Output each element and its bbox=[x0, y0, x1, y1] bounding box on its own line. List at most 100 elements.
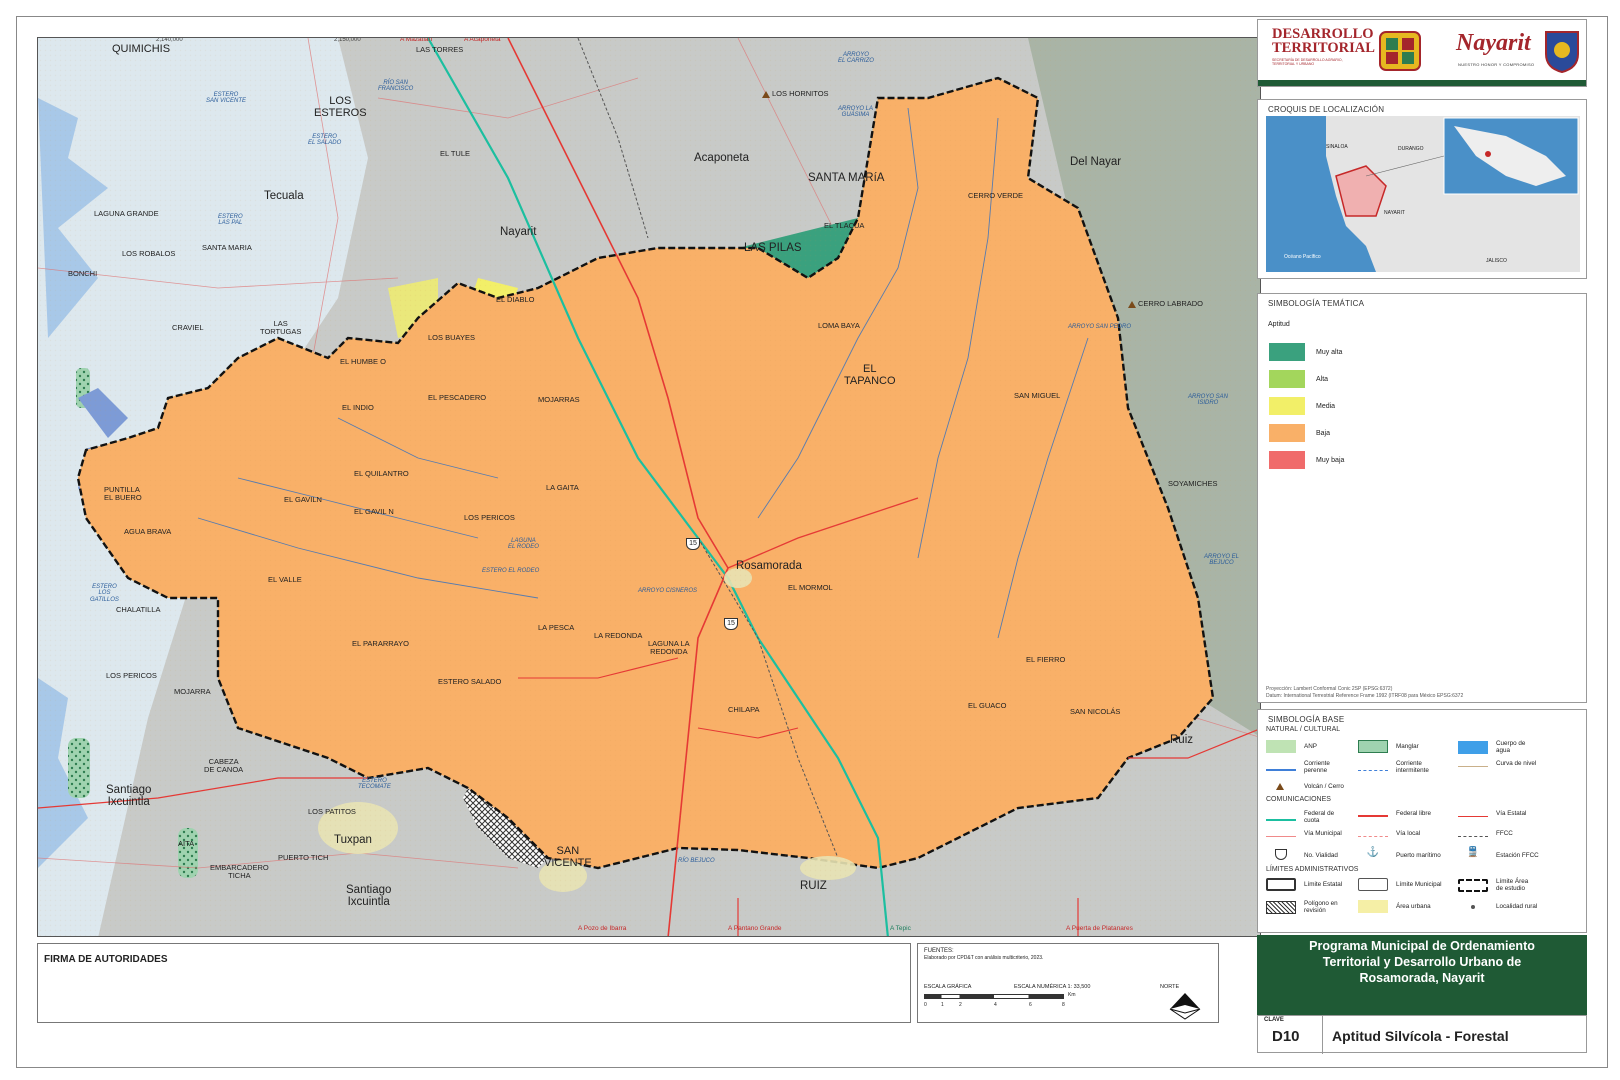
legend-volcan: Volcán / Cerro bbox=[1266, 780, 1344, 793]
clave-divider bbox=[1322, 1016, 1323, 1054]
legend-item-media: Media bbox=[1268, 396, 1335, 416]
nayarit-logo: Nayarit bbox=[1456, 30, 1531, 56]
water-rio-bejuco: RÍO BEJUCO bbox=[678, 858, 715, 864]
datum-note: Datum: International Terrestrial Referen… bbox=[1266, 693, 1464, 699]
scale-tick: 1 bbox=[941, 1002, 944, 1008]
legend-federal-cuota: Federal de cuota bbox=[1266, 810, 1334, 824]
place-el-pararrayo: EL PARARRAYO bbox=[352, 639, 409, 648]
place-el-diablo: EL DIABLO bbox=[496, 295, 535, 304]
place-aita: AITA bbox=[178, 839, 195, 848]
croquis-jalisco: JALISCO bbox=[1486, 258, 1507, 264]
place-estero-salado: ESTERO SALADO bbox=[438, 677, 502, 686]
croquis-oceano: Océano Pacífico bbox=[1284, 254, 1321, 260]
legend-item-baja: Baja bbox=[1268, 423, 1330, 443]
legend-swatch bbox=[1358, 900, 1388, 913]
place-puerto-ticha: PUERTO TICH bbox=[278, 853, 329, 862]
water-estero-teacapan: ESTERO LAS PAL bbox=[218, 214, 243, 227]
coord-top-2: 2,150,000 bbox=[334, 37, 361, 43]
place-quimichis: QUIMICHIS bbox=[112, 43, 171, 55]
map-frame[interactable]: 2,140,000 2,150,000 A Mazatlán A Acapone… bbox=[37, 37, 1261, 937]
place-soyamiches: SOYAMICHES bbox=[1168, 479, 1218, 488]
place-los-pericos-c: LOS PERICOS bbox=[464, 513, 515, 522]
water-arroyo-la-guasima: ARROYO LA GUÁSIMA bbox=[838, 106, 874, 119]
scale-numeric-label: ESCALA NUMÉRICA 1: 33,500 bbox=[1014, 984, 1091, 990]
place-acaponeta: Acaponeta bbox=[694, 152, 749, 164]
legend-swatch bbox=[1266, 764, 1296, 771]
legend-swatch bbox=[1358, 830, 1388, 837]
place-el-mormol: EL MORMOL bbox=[788, 583, 833, 592]
legend-federal-libre: Federal libre bbox=[1358, 810, 1431, 817]
legend-estacion: 🚆 Estación FFCC bbox=[1458, 848, 1539, 862]
place-los-esteros: LOS ESTEROS bbox=[314, 95, 367, 119]
legend-swatch bbox=[1458, 878, 1488, 892]
scale-tick: 2 bbox=[959, 1002, 962, 1008]
place-santa-maria: SANTA MARIA bbox=[202, 243, 252, 252]
volcano-icon bbox=[1276, 783, 1284, 790]
base-legend: SIMBOLOGÍA BASE NATURAL / CULTURAL ANP M… bbox=[1257, 709, 1587, 933]
logos-panel: DESARROLLO TERRITORIAL SECRETARÍA DE DES… bbox=[1257, 19, 1587, 87]
water-estero-el-rodeo: ESTERO EL RODEO bbox=[482, 568, 540, 574]
water-estero-mexcaltitan: ESTERO TECOMATE bbox=[358, 778, 391, 791]
legend-limite-estatal: Límite Estatal bbox=[1266, 878, 1342, 891]
place-el-tapanco: EL TAPANCO bbox=[844, 363, 896, 387]
place-cerro-verde: CERRO VERDE bbox=[968, 191, 1024, 200]
place-los-patitos: LOS PATITOS bbox=[308, 807, 356, 816]
legend-label: Muy baja bbox=[1316, 456, 1345, 464]
scale-tick: 4 bbox=[994, 1002, 997, 1008]
legend-ffcc: FFCC bbox=[1458, 830, 1513, 837]
croquis-map bbox=[1266, 116, 1580, 272]
desarrollo-sub: SECRETARÍA DE DESARROLLO AGRARIO, TERRIT… bbox=[1272, 58, 1343, 66]
section-natural: NATURAL / CULTURAL bbox=[1266, 726, 1341, 733]
place-el-gavilan2: EL GAVIL N bbox=[354, 507, 394, 516]
place-las-tortugas: LAS TORTUGAS bbox=[260, 319, 302, 336]
highway-shield-icon: 15 bbox=[724, 618, 738, 630]
legend-swatch bbox=[1458, 810, 1488, 817]
dest-a-tepic: A Tepic bbox=[890, 925, 911, 932]
place-tuxpan: Tuxpan bbox=[334, 834, 372, 846]
dest-a-pozo-ibarra: A Pozo de Ibarra bbox=[578, 925, 627, 932]
scale-tick: 0 bbox=[924, 1002, 927, 1008]
legend-area-urbana: Área urbana bbox=[1358, 900, 1431, 913]
place-embarcadero: EMBARCADERO TICHA bbox=[210, 863, 269, 880]
legend-item-muy-alta: Muy alta bbox=[1268, 342, 1342, 362]
place-ruiz-e: Ruiz bbox=[1170, 734, 1194, 746]
map-title: Aptitud Silvícola - Forestal bbox=[1332, 1028, 1509, 1044]
legend-swatch bbox=[1268, 396, 1306, 416]
place-la-redonda: LA REDONDA bbox=[594, 631, 643, 640]
scale-tick: 8 bbox=[1062, 1002, 1065, 1008]
legend-label: Baja bbox=[1316, 429, 1331, 437]
rosamorada-shield-icon bbox=[1545, 31, 1579, 74]
legend-swatch bbox=[1266, 814, 1296, 821]
place-el-quilantro: EL QUILANTRO bbox=[354, 469, 409, 478]
sources-text: Elaborado por CPD&T con análisis multicr… bbox=[924, 955, 1044, 961]
legend-via-municipal: Vía Municipal bbox=[1266, 830, 1342, 837]
clave-box: CLAVE D10 Aptitud Silvícola - Forestal bbox=[1257, 1015, 1587, 1054]
place-tecuala: Tecuala bbox=[264, 190, 304, 202]
nayarit-slogan: NUESTRO HONOR Y COMPROMISO bbox=[1458, 62, 1535, 67]
legend-via-local: Vía local bbox=[1358, 830, 1420, 837]
legend-swatch bbox=[1266, 900, 1296, 914]
place-laguna-grande: LAGUNA GRANDE bbox=[94, 209, 159, 218]
signature-title: FIRMA DE AUTORIDADES bbox=[44, 954, 168, 965]
scale-bar bbox=[924, 994, 1064, 999]
place-puntilla: PUNTILLA EL BUERO bbox=[104, 485, 142, 502]
highway-shield-icon: 15 bbox=[686, 538, 700, 550]
dest-a-mazatlan: A Mazatlán bbox=[400, 37, 433, 43]
place-los-buayes: LOS BUAYES bbox=[428, 333, 475, 342]
thematic-legend-subtitle: Aptitud bbox=[1268, 321, 1290, 328]
scale-graphic-label: ESCALA GRÁFICA bbox=[924, 984, 972, 990]
place-santa-maria-top: SANTA MARíA bbox=[808, 172, 885, 184]
place-mojarras: MOJARRAS bbox=[538, 395, 580, 404]
legend-via-estatal: Vía Estatal bbox=[1458, 810, 1526, 817]
sources-box: FUENTES: Elaborado por CPD&T con análisi… bbox=[917, 943, 1219, 1023]
section-comunicaciones: COMUNICACIONES bbox=[1266, 796, 1331, 803]
place-el-valle: EL VALLE bbox=[268, 575, 302, 584]
place-agua-brava: AGUA BRAVA bbox=[124, 527, 172, 536]
place-el-gavilan: EL GAVILN bbox=[284, 495, 322, 504]
water-estero-el-salado: ESTERO EL SALADO bbox=[308, 134, 342, 147]
map-canvas bbox=[38, 38, 1260, 936]
north-arrow-icon bbox=[1169, 993, 1201, 1020]
croquis-panel: CROQUIS DE LOCALIZACIÓN SINALOA DURANGO … bbox=[1257, 99, 1587, 279]
legend-item-muy-baja: Muy baja bbox=[1268, 450, 1344, 470]
place-nayarit: Nayarit bbox=[500, 226, 537, 238]
